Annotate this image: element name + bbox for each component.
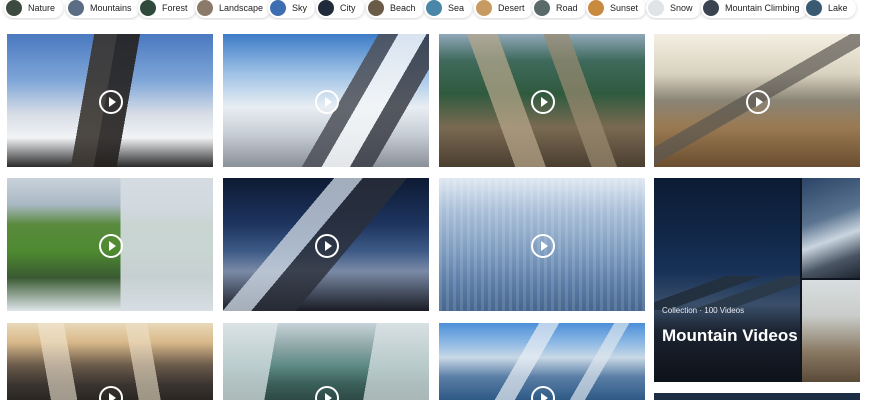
tag-thumbnail-icon [140, 0, 156, 16]
tag-landscape[interactable]: Landscape [195, 0, 272, 18]
tag-lake[interactable]: Lake [804, 0, 856, 18]
tag-nature[interactable]: Nature [4, 0, 64, 18]
video-snowy-forest[interactable] [439, 178, 645, 311]
play-icon [746, 89, 770, 114]
tag-mountains[interactable]: Mountains [66, 0, 140, 18]
tag-thumbnail-icon [588, 0, 604, 16]
tag-label: Road [556, 3, 578, 13]
collection-title: Mountain Videos [662, 326, 798, 345]
tag-thumbnail-icon [6, 0, 22, 16]
tag-beach[interactable]: Beach [366, 0, 424, 18]
tag-thumbnail-icon [197, 0, 213, 16]
play-icon [315, 89, 339, 114]
tag-thumbnail-icon [534, 0, 550, 16]
video-green-rocky-peaks[interactable] [439, 34, 645, 167]
collection-card-mountain-videos[interactable]: Collection · 100 Videos Mountain Videos [654, 178, 860, 382]
video-sunrise-peaks[interactable] [7, 323, 213, 400]
tag-label: Nature [28, 3, 56, 13]
tag-thumbnail-icon [270, 0, 286, 16]
tag-thumbnail-icon [68, 0, 84, 16]
tag-sky[interactable]: Sky [268, 0, 316, 18]
collection-meta: Collection · 100 Videos [662, 306, 745, 315]
video-snowy-ridge[interactable] [223, 34, 429, 167]
tag-label: Desert [498, 3, 525, 13]
play-icon [315, 233, 339, 258]
tag-label: Beach [390, 3, 416, 13]
tag-label: Lake [828, 3, 848, 13]
tag-label: Landscape [219, 3, 264, 13]
play-icon [99, 89, 123, 114]
tag-snow[interactable]: Snow [646, 0, 701, 18]
tag-thumbnail-icon [476, 0, 492, 16]
play-icon [99, 233, 123, 258]
video-misty-lake[interactable] [223, 323, 429, 400]
tag-label: Forest [162, 3, 188, 13]
play-icon [531, 89, 555, 114]
tag-label: Sea [448, 3, 465, 13]
tag-label: Sky [292, 3, 308, 13]
next-tile-edge [654, 393, 860, 400]
tag-thumbnail-icon [426, 0, 442, 16]
tag-thumbnail-icon [368, 0, 384, 16]
tag-label: City [340, 3, 356, 13]
tag-label: Mountains [90, 3, 132, 13]
tag-mountain-climbing[interactable]: Mountain Climbing [701, 0, 808, 18]
video-golden-valley[interactable] [654, 34, 860, 167]
collection-cover-image [654, 178, 800, 382]
tag-thumbnail-icon [648, 0, 664, 16]
video-sea-cliffs[interactable] [7, 178, 213, 311]
tag-thumbnail-icon [703, 0, 719, 16]
tag-thumbnail-icon [318, 0, 334, 16]
play-icon [531, 233, 555, 258]
tag-label: Snow [670, 3, 693, 13]
category-tags: Nature Mountains Forest Landscape Sky Ci… [0, 0, 880, 20]
tag-label: Sunset [610, 3, 639, 13]
tag-sea[interactable]: Sea [424, 0, 473, 18]
tag-forest[interactable]: Forest [138, 0, 196, 18]
video-cliff-above-clouds[interactable] [7, 34, 213, 167]
collection-thumbnail [802, 178, 860, 278]
tag-sunset[interactable]: Sunset [586, 0, 647, 18]
tag-road[interactable]: Road [532, 0, 586, 18]
tag-label: Mountain Climbing [725, 3, 800, 13]
tag-thumbnail-icon [806, 0, 822, 16]
collection-thumbnail [802, 280, 860, 382]
tag-desert[interactable]: Desert [474, 0, 533, 18]
video-alpine-lake[interactable] [439, 323, 645, 400]
tag-city[interactable]: City [316, 0, 364, 18]
video-starry-mountain[interactable] [223, 178, 429, 311]
